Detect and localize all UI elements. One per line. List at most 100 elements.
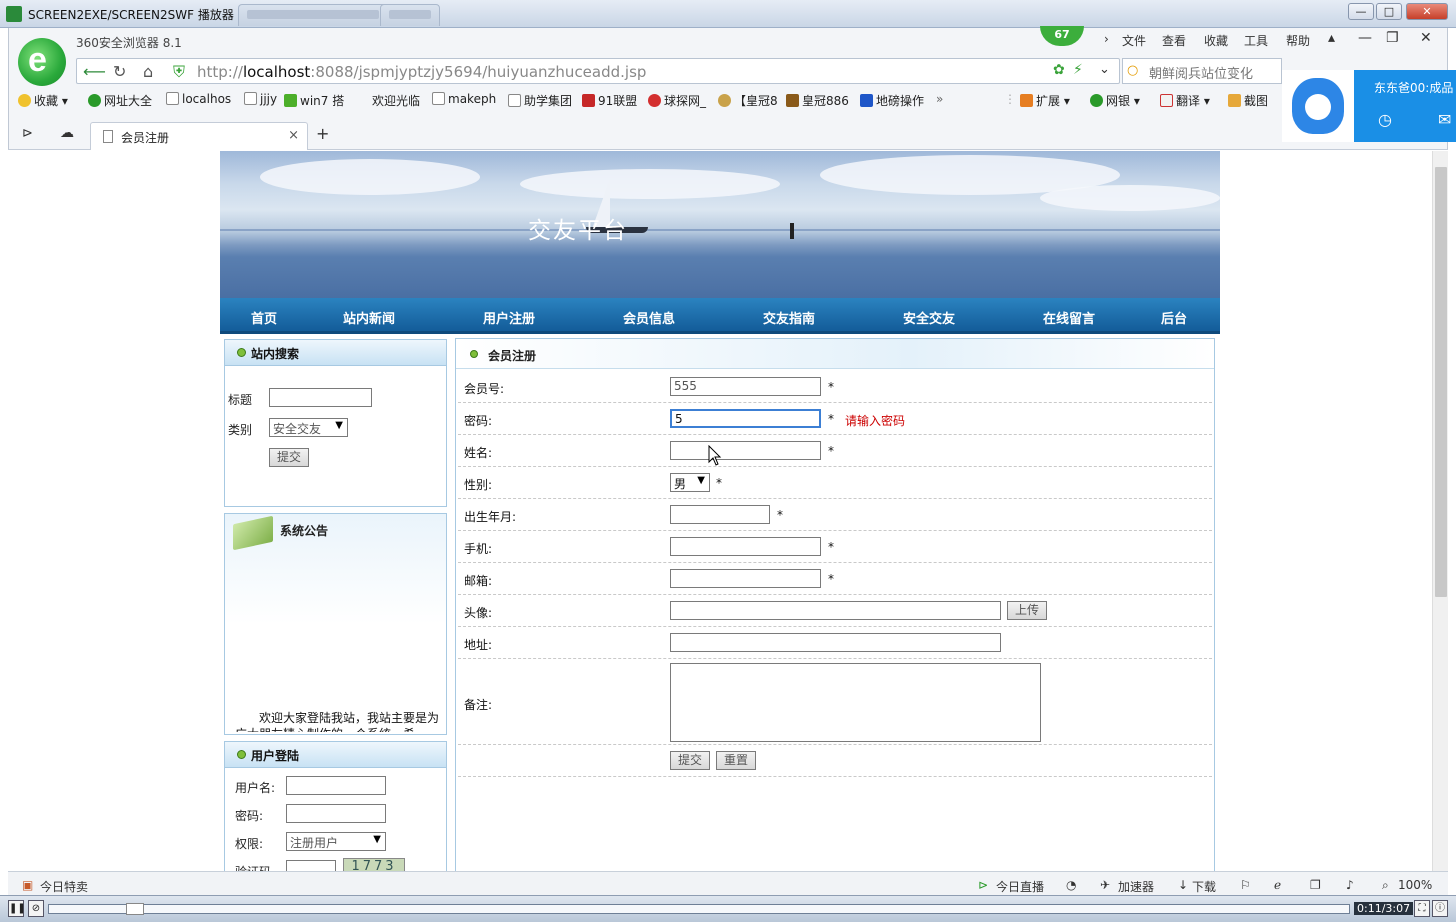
mail-icon[interactable]: ✉ <box>1438 110 1451 129</box>
bookmarks-more-icon[interactable]: » <box>936 92 943 106</box>
stop-icon[interactable]: ⊘ <box>28 900 44 917</box>
bookmark-item[interactable]: win7 搭 <box>284 92 344 109</box>
tab-member-register[interactable]: 会员注册 × <box>90 122 308 150</box>
bookmark-item[interactable]: 【皇冠8 <box>718 92 778 109</box>
browser-logo-icon: e <box>18 38 66 86</box>
address-dropdown-icon[interactable]: ⌄ <box>1099 62 1110 77</box>
browser-close-button[interactable]: ✕ <box>1420 30 1432 46</box>
cloud-icon[interactable]: ☁ <box>60 125 74 141</box>
pause-icon[interactable]: ❚❚ <box>8 900 26 917</box>
name-input[interactable] <box>670 441 821 460</box>
nav-home[interactable]: 首页 <box>251 308 277 327</box>
birth-input[interactable] <box>670 505 770 524</box>
address-bar[interactable]: ⟵ ↻ ⌂ ⛨ http://localhost:8088/jspmjyptzj… <box>76 58 1120 84</box>
zoom-level[interactable]: 100% <box>1398 878 1432 892</box>
player-close-button[interactable]: ✕ <box>1406 3 1448 20</box>
required-mark: * <box>828 540 834 554</box>
phone-input[interactable] <box>670 537 821 556</box>
menu-chevron-icon[interactable]: › <box>1104 32 1109 46</box>
nav-news[interactable]: 站内新闻 <box>343 308 395 327</box>
home-icon[interactable]: ⌂ <box>143 62 153 81</box>
notification-popup[interactable]: 东东爸00:成品 ◷ ✉ <box>1282 70 1456 142</box>
site-search-panel: 站内搜索 标题 类别 安全交友 ▼ 提交 <box>224 339 447 507</box>
menu-favorites[interactable]: 收藏 <box>1204 32 1228 49</box>
nav-guestbook[interactable]: 在线留言 <box>1043 308 1095 327</box>
bookmark-item[interactable]: 欢迎光临 <box>372 92 420 109</box>
info-icon[interactable]: ⓘ <box>1432 900 1448 917</box>
search-submit-button[interactable]: 提交 <box>269 448 309 467</box>
form-submit-button[interactable]: 提交 <box>670 751 710 770</box>
address-input[interactable] <box>670 633 1001 652</box>
upload-button[interactable]: 上传 <box>1007 601 1047 620</box>
speed-mode-icon[interactable]: ⚡ <box>1073 62 1083 78</box>
category-select[interactable]: 安全交友 ▼ <box>269 418 348 437</box>
browser-restore-button[interactable]: ❐ <box>1386 30 1399 46</box>
scrollbar-thumb[interactable] <box>1435 167 1447 597</box>
email-input[interactable] <box>670 569 821 588</box>
ext-translate[interactable]: 翻译 ▾ <box>1160 92 1210 109</box>
nav-admin[interactable]: 后台 <box>1161 308 1187 327</box>
bookmark-favorites[interactable]: 收藏 ▾ <box>18 92 68 109</box>
bookmark-item[interactable]: 皇冠886 <box>786 92 849 109</box>
player-maximize-button[interactable]: □ <box>1376 3 1402 20</box>
sidebar-toggle-icon[interactable]: ⊳ <box>22 126 33 141</box>
url-text[interactable]: http://localhost:8088/jspmjyptzjy5694/hu… <box>197 63 646 81</box>
new-tab-button[interactable]: + <box>316 124 329 143</box>
history-icon[interactable]: ◷ <box>1378 110 1392 129</box>
menu-help[interactable]: 帮助 <box>1286 32 1310 49</box>
live-link[interactable]: 今日直播 <box>996 878 1044 895</box>
accelerator-link[interactable]: 加速器 <box>1118 878 1154 895</box>
player-minimize-button[interactable]: — <box>1348 3 1374 20</box>
bookmark-item[interactable]: 91联盟 <box>582 92 637 109</box>
username-input[interactable] <box>286 776 386 795</box>
fullscreen-icon[interactable]: ⛶ <box>1414 900 1430 917</box>
compat-mode-icon[interactable]: ✿ <box>1053 62 1065 78</box>
bookmark-item[interactable]: 地磅操作 <box>860 92 924 109</box>
menu-file[interactable]: 文件 <box>1122 32 1146 49</box>
feedback-icon[interactable]: ◔ <box>1066 878 1076 892</box>
remark-textarea[interactable] <box>670 663 1041 742</box>
login-password-input[interactable] <box>286 804 386 823</box>
bookmark-item[interactable]: 助学集团 <box>508 92 572 109</box>
password-input[interactable]: 5 <box>670 409 821 428</box>
bookmark-item[interactable]: localhos <box>166 92 231 106</box>
tab-close-icon[interactable]: × <box>288 128 299 143</box>
bookmark-item[interactable]: jjjy <box>244 92 277 106</box>
notice-title: 系统公告 <box>280 524 329 538</box>
refresh-icon[interactable]: ↻ <box>113 62 126 81</box>
taskbar-tab[interactable] <box>380 4 440 26</box>
download-link[interactable]: 下载 <box>1192 878 1216 895</box>
search-box[interactable]: ○ 朝鲜阅兵站位变化 <box>1122 58 1282 84</box>
bookmark-item[interactable]: 网址大全 <box>88 92 152 109</box>
avatar-input[interactable] <box>670 601 1001 620</box>
ie-mode-icon[interactable]: ℯ <box>1274 878 1281 892</box>
page-scrollbar[interactable] <box>1432 151 1448 871</box>
daily-deals-link[interactable]: 今日特卖 <box>40 878 88 895</box>
nav-member-info[interactable]: 会员信息 <box>623 308 675 327</box>
player-progress-track[interactable] <box>48 904 1350 914</box>
role-select[interactable]: 注册用户 ▼ <box>286 832 386 851</box>
ext-expand[interactable]: 扩展 ▾ <box>1020 92 1070 109</box>
skin-icon[interactable]: ▴ <box>1328 30 1335 46</box>
bookmark-item[interactable]: makeph <box>432 92 496 106</box>
menu-view[interactable]: 查看 <box>1162 32 1186 49</box>
nav-register[interactable]: 用户注册 <box>483 308 535 327</box>
ext-screenshot[interactable]: 截图 <box>1228 92 1268 109</box>
form-reset-button[interactable]: 重置 <box>716 751 756 770</box>
taskbar-tab[interactable] <box>238 4 388 26</box>
back-arrow-icon[interactable]: ⟵ <box>83 62 106 81</box>
bookmarks-bar: 收藏 ▾ 网址大全 localhos jjjy win7 搭 欢迎光临 make… <box>16 92 1286 112</box>
volume-icon[interactable]: ♪ <box>1346 878 1354 892</box>
gender-select[interactable]: 男 ▼ <box>670 473 710 492</box>
flag-icon[interactable]: ⚐ <box>1240 878 1251 892</box>
player-progress-knob[interactable] <box>126 903 145 915</box>
browser-minimize-button[interactable]: — <box>1358 30 1372 46</box>
nav-safe-dating[interactable]: 安全交友 <box>903 308 955 327</box>
bookmark-item[interactable]: 球探网_ <box>648 92 706 109</box>
window-icon[interactable]: ❐ <box>1310 878 1321 892</box>
member-id-input[interactable]: 555 <box>670 377 821 396</box>
menu-tools[interactable]: 工具 <box>1244 32 1268 49</box>
nav-guide[interactable]: 交友指南 <box>763 308 815 327</box>
ext-bank[interactable]: 网银 ▾ <box>1090 92 1140 109</box>
search-title-input[interactable] <box>269 388 372 407</box>
